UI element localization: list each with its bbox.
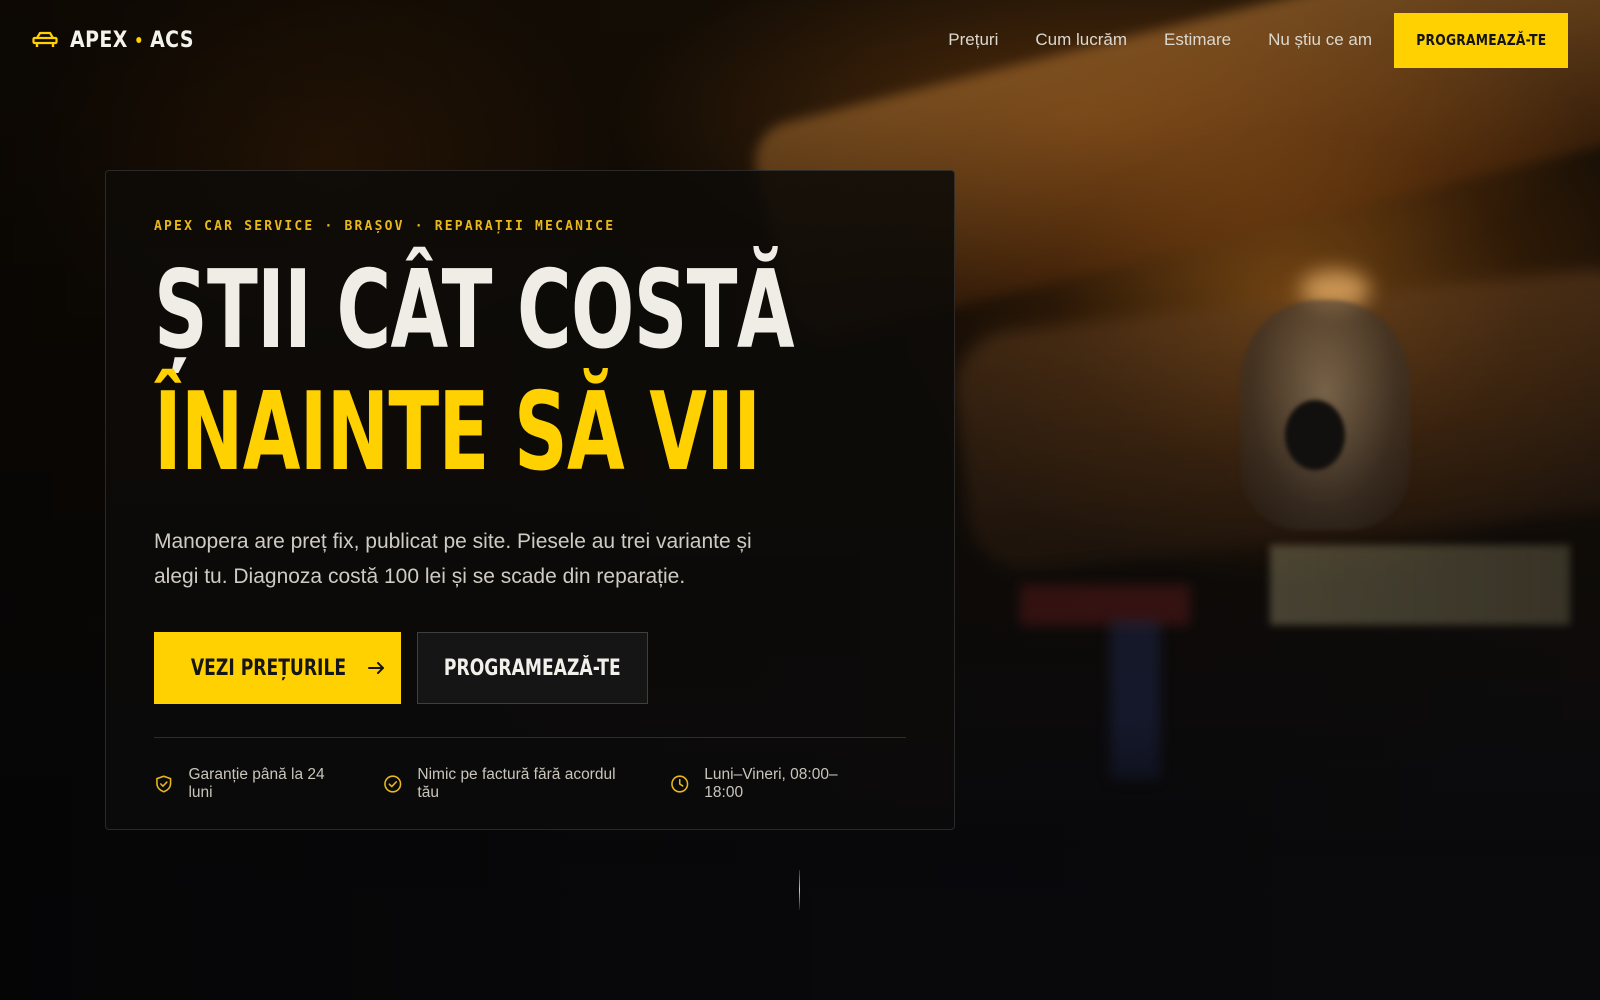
hero-divider	[154, 737, 906, 738]
nav-links: Prețuri Cum lucrăm Estimare Nu știu ce a…	[911, 12, 1568, 68]
arrow-right-icon	[368, 662, 384, 674]
nav-booking-button-label: PROGRAMEAZĂ-TE	[1415, 31, 1547, 49]
trust-features: Garanție până la 24 luni Nimic pe factur…	[154, 766, 906, 802]
hero-card: APEX CAR SERVICE · BRAȘOV · REPARAȚII ME…	[105, 170, 955, 830]
nav-booking-button[interactable]: PROGRAMEAZĂ-TE	[1394, 12, 1568, 68]
hero-actions: VEZI PREȚURILE PROGRAMEAZĂ-TE	[154, 632, 906, 704]
clock-icon	[670, 775, 689, 793]
feature-opening-hours: Luni–Vineri, 08:00–18:00	[670, 766, 872, 802]
feature-warranty: Garanție până la 24 luni	[154, 766, 349, 802]
brand-logo[interactable]: APEX ACS	[32, 28, 214, 53]
view-prices-button[interactable]: VEZI PREȚURILE	[154, 632, 401, 704]
book-appointment-button[interactable]: PROGRAMEAZĂ-TE	[417, 632, 648, 704]
hero-description: Manopera are preț fix, publicat pe site.…	[154, 530, 752, 588]
view-prices-button-label: VEZI PREȚURILE	[190, 655, 347, 681]
brand-separator-dot	[136, 37, 142, 43]
brand-name-left: APEX	[70, 27, 128, 53]
car-icon	[32, 31, 58, 47]
brand-name-right: ACS	[150, 27, 194, 53]
feature-opening-hours-label: Luni–Vineri, 08:00–18:00	[704, 766, 838, 801]
hero-eyebrow: APEX CAR SERVICE · BRAȘOV · REPARAȚII ME…	[154, 219, 616, 234]
nav-link-cum-lucram[interactable]: Cum lucrăm	[1035, 30, 1127, 50]
hero-headline-line1: ȘTII CÂT COSTĂ	[154, 248, 795, 373]
scroll-indicator	[799, 870, 800, 910]
nav-link-preturi[interactable]: Prețuri	[948, 30, 998, 50]
shield-check-icon	[156, 775, 172, 793]
nav-link-nu-stiu-ce-am[interactable]: Nu știu ce am	[1268, 30, 1372, 50]
nav-link-estimare[interactable]: Estimare	[1164, 30, 1231, 50]
hero-headline-line2: ÎNAINTE SĂ VII	[154, 370, 761, 495]
feature-warranty-label: Garanție până la 24 luni	[188, 766, 325, 801]
feature-invoice-consent: Nimic pe factură fără acordul tău	[383, 766, 636, 802]
book-appointment-button-label: PROGRAMEAZĂ-TE	[444, 655, 621, 681]
check-circle-icon	[384, 775, 402, 793]
top-navigation: APEX ACS Prețuri Cum lucrăm Estimare Nu …	[0, 0, 1600, 80]
feature-invoice-consent-label: Nimic pe factură fără acordul tău	[417, 766, 616, 801]
hero-headline: ȘTII CÂT COSTĂ ÎNAINTE SĂ VII	[154, 248, 795, 495]
